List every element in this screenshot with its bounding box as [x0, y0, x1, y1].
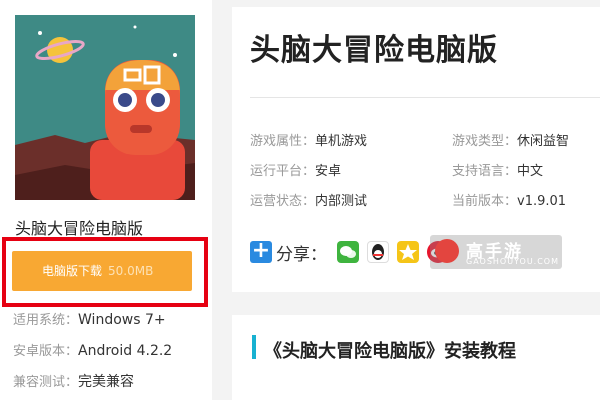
attr-label: 游戏属性：	[250, 134, 316, 149]
attr-value: v1.9.01	[517, 194, 567, 209]
tutorial-panel: 《头脑大冒险电脑版》安装教程	[232, 315, 600, 400]
attr-game-type: 游戏类型：休闲益智	[452, 130, 569, 149]
spec-value: 完美兼容	[78, 374, 135, 390]
attr-language: 支持语言：中文	[452, 160, 543, 179]
attr-value: 安卓	[315, 164, 342, 179]
tutorial-title: 《头脑大冒险电脑版》安装教程	[264, 341, 516, 362]
attr-value: 单机游戏	[315, 134, 368, 149]
attr-version: 当前版本：v1.9.01	[452, 190, 566, 209]
attr-status: 运营状态：内部测试	[250, 190, 367, 209]
watermark-logo-icon	[435, 239, 459, 263]
divider	[250, 97, 600, 98]
spec-row-os: 适用系统：Windows 7+	[13, 309, 166, 328]
spec-row-compat: 兼容测试：完美兼容	[13, 371, 134, 391]
watermark-url: GAOSHOUYOU.COM	[466, 257, 560, 266]
page-title: 头脑大冒险电脑版	[250, 33, 498, 68]
attr-game-property: 游戏属性：单机游戏	[250, 130, 367, 149]
download-size: 50.0MB	[108, 264, 154, 278]
attr-value: 中文	[517, 164, 544, 179]
robot-game-artwork	[15, 15, 195, 200]
attr-label: 运营状态：	[250, 194, 316, 209]
game-info-panel: 头脑大冒险电脑版 游戏属性：单机游戏 游戏类型：休闲益智 运行平台：安卓 支持语…	[232, 7, 600, 292]
pc-download-button[interactable]: 电脑版下载 50.0MB	[12, 251, 192, 291]
app-name: 头脑大冒险电脑版	[15, 219, 144, 238]
spec-value: Android 4.2.2	[78, 343, 173, 359]
attr-platform: 运行平台：安卓	[250, 160, 341, 179]
accent-bar	[252, 335, 256, 359]
attr-label: 运行平台：	[250, 164, 316, 179]
share-label: 分享：	[276, 244, 327, 265]
plus-icon[interactable]: +	[250, 240, 272, 263]
spec-row-android: 安卓版本：Android 4.2.2	[13, 340, 172, 359]
spec-value: Windows 7+	[78, 312, 166, 328]
spec-label: 安卓版本：	[13, 344, 79, 359]
download-label: 电脑版下载	[42, 264, 103, 278]
attr-value: 休闲益智	[517, 134, 570, 149]
attr-label: 支持语言：	[452, 164, 518, 179]
attr-value: 内部测试	[315, 194, 368, 209]
app-sidebar: 头脑大冒险电脑版 电脑版下载 50.0MB 适用系统：Windows 7+ 安卓版…	[0, 0, 212, 400]
spec-label: 兼容测试：	[13, 375, 79, 390]
share-bar: + 分享： 高手游 GAOSHOUYOU.COM	[250, 232, 562, 272]
attr-label: 当前版本：	[452, 194, 518, 209]
attr-label: 游戏类型：	[452, 134, 518, 149]
wechat-icon[interactable]	[337, 241, 359, 263]
spec-label: 适用系统：	[13, 313, 79, 328]
qq-icon[interactable]	[367, 241, 389, 263]
app-icon	[15, 15, 195, 200]
site-watermark: 高手游 GAOSHOUYOU.COM	[430, 235, 562, 269]
qzone-icon[interactable]	[397, 241, 419, 263]
